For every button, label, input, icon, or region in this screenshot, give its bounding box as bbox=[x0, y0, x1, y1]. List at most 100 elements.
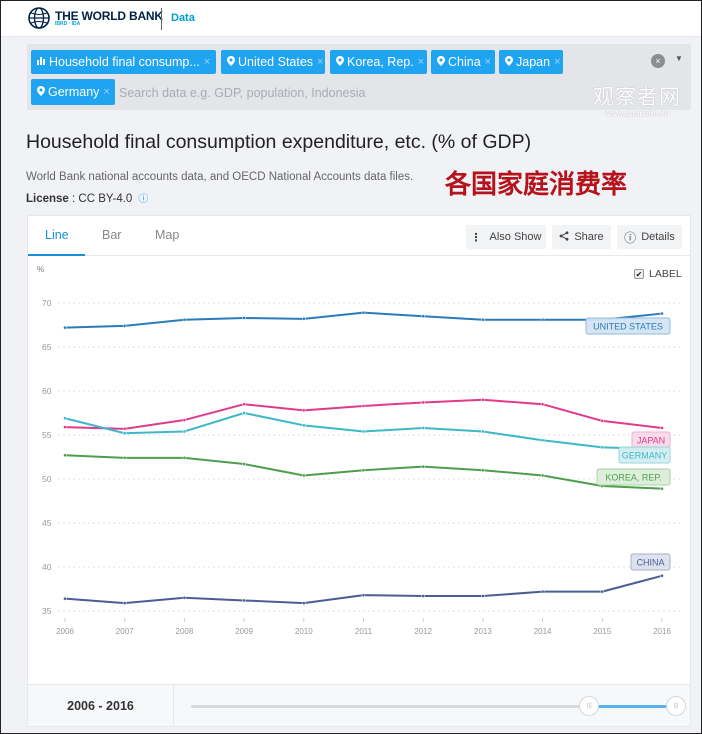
chart-card: Line Bar Map ⋮ Also Show Share ⓘ Details… bbox=[27, 215, 691, 727]
data-point-korea-rep bbox=[301, 473, 306, 478]
y-tick-label: 55 bbox=[42, 430, 52, 440]
chip-indicator[interactable]: Household final consump... × bbox=[31, 50, 216, 74]
data-point-germany bbox=[421, 426, 426, 430]
data-point-china bbox=[361, 593, 366, 598]
data-point-germany bbox=[361, 429, 366, 434]
y-tick-label: 50 bbox=[42, 474, 52, 484]
data-point-korea-rep bbox=[421, 464, 426, 469]
chip-korea[interactable]: Korea, Rep. × bbox=[330, 50, 427, 74]
data-point-korea-rep bbox=[361, 468, 366, 473]
y-tick-label: 45 bbox=[42, 518, 52, 528]
x-tick-label: 2014 bbox=[534, 627, 552, 636]
year-range-label: 2006 - 2016 bbox=[28, 685, 174, 727]
data-point-china bbox=[122, 601, 127, 605]
data-point-united-states bbox=[122, 324, 127, 328]
remove-chip-icon[interactable]: × bbox=[554, 56, 560, 68]
data-point-japan bbox=[600, 419, 605, 423]
data-point-korea-rep bbox=[242, 462, 246, 466]
x-tick-label: 2009 bbox=[235, 627, 253, 636]
data-point-united-states bbox=[63, 325, 67, 330]
data-point-japan bbox=[63, 425, 67, 429]
chip-germany[interactable]: Germany × bbox=[31, 79, 115, 105]
series-label-germany: GERMANY bbox=[622, 451, 668, 461]
data-section-link[interactable]: Data bbox=[171, 12, 195, 24]
y-tick-label: 40 bbox=[42, 562, 52, 572]
data-point-germany bbox=[540, 438, 545, 443]
data-point-united-states bbox=[182, 317, 187, 322]
remove-chip-icon[interactable]: × bbox=[204, 56, 210, 68]
data-point-japan bbox=[361, 404, 366, 408]
series-label-japan: JAPAN bbox=[637, 436, 665, 446]
y-tick-label: 70 bbox=[42, 298, 52, 308]
dropdown-arrow-icon[interactable]: ▼ bbox=[675, 54, 683, 63]
remove-chip-icon[interactable]: × bbox=[103, 86, 109, 98]
data-point-japan bbox=[481, 397, 485, 402]
license-value: : CC BY-4.0 bbox=[68, 193, 133, 205]
series-label-china: CHINA bbox=[636, 558, 664, 568]
series-label-united-states: UNITED STATES bbox=[593, 322, 663, 332]
watermark-url: www.guancha.cn bbox=[604, 109, 670, 118]
data-point-germany bbox=[600, 445, 605, 450]
data-point-united-states bbox=[421, 314, 426, 319]
logo-divider bbox=[161, 8, 162, 30]
y-tick-label: 60 bbox=[42, 386, 52, 396]
data-point-japan bbox=[122, 426, 127, 431]
data-point-china bbox=[242, 598, 246, 603]
data-point-germany bbox=[242, 411, 246, 415]
data-point-korea-rep bbox=[182, 456, 187, 460]
chip-label: Japan bbox=[516, 55, 551, 69]
data-point-korea-rep bbox=[660, 486, 664, 491]
data-point-united-states bbox=[540, 317, 545, 322]
data-point-china bbox=[660, 573, 664, 578]
location-pin-icon bbox=[336, 55, 344, 69]
bar-chart-icon bbox=[37, 56, 46, 68]
license: License : CC BY-4.0 ⓘ bbox=[26, 190, 148, 205]
range-slider-start-handle[interactable]: ||| bbox=[579, 696, 600, 716]
overlay-title: 各国家庭消费率 bbox=[445, 170, 628, 200]
location-pin-icon bbox=[505, 55, 513, 69]
search-box: Household final consump... × United Stat… bbox=[27, 44, 691, 110]
chip-japan[interactable]: Japan × bbox=[499, 50, 563, 74]
x-tick-label: 2013 bbox=[474, 627, 492, 636]
data-point-united-states bbox=[301, 316, 306, 321]
top-bar: THE WORLD BANK IBRD · IDA Data bbox=[1, 1, 701, 37]
data-point-united-states bbox=[242, 316, 246, 320]
data-point-germany bbox=[481, 429, 485, 434]
data-point-china bbox=[600, 589, 605, 594]
location-pin-icon bbox=[37, 85, 45, 99]
data-point-korea-rep bbox=[540, 473, 545, 478]
data-point-china bbox=[540, 589, 545, 594]
clear-all-icon[interactable]: × bbox=[651, 54, 665, 68]
remove-chip-icon[interactable]: × bbox=[418, 56, 424, 68]
watermark: 观察者网 www.guancha.cn bbox=[593, 81, 681, 118]
brand-name: THE WORLD BANK bbox=[55, 8, 163, 23]
data-point-japan bbox=[182, 418, 187, 422]
data-point-united-states bbox=[361, 310, 366, 315]
x-tick-label: 2011 bbox=[355, 627, 373, 636]
source-text: World Bank national accounts data, and O… bbox=[26, 171, 414, 183]
data-point-china bbox=[63, 596, 67, 601]
x-tick-label: 2015 bbox=[593, 627, 611, 636]
x-tick-label: 2012 bbox=[414, 627, 432, 636]
data-point-korea-rep bbox=[122, 456, 127, 460]
chip-label: China bbox=[448, 55, 481, 69]
range-slider-end-handle[interactable]: ||| bbox=[666, 696, 686, 716]
page-title: Household final consumption expenditure,… bbox=[26, 131, 532, 153]
world-bank-logo[interactable]: THE WORLD BANK IBRD · IDA bbox=[27, 6, 163, 30]
data-point-germany bbox=[122, 431, 127, 436]
series-line-china bbox=[64, 574, 663, 605]
line-chart: % 35 40 45 50 55 60 65 70 2006 2007 2008 2009 2010 201… bbox=[37, 265, 680, 636]
chip-united-states[interactable]: United States × bbox=[221, 50, 325, 74]
x-tick-label: 2006 bbox=[56, 627, 74, 636]
remove-chip-icon[interactable]: × bbox=[317, 56, 323, 68]
series-label-korea-rep: KOREA, REP. bbox=[605, 473, 661, 483]
data-point-germany bbox=[182, 429, 187, 434]
data-point-china bbox=[182, 595, 187, 600]
data-point-japan bbox=[540, 402, 545, 407]
chip-china[interactable]: China × bbox=[431, 50, 495, 74]
x-tick-label: 2010 bbox=[295, 627, 313, 636]
data-point-germany bbox=[301, 423, 306, 428]
remove-chip-icon[interactable]: × bbox=[485, 56, 491, 68]
search-input[interactable] bbox=[119, 81, 589, 105]
info-icon[interactable]: ⓘ bbox=[138, 194, 148, 205]
